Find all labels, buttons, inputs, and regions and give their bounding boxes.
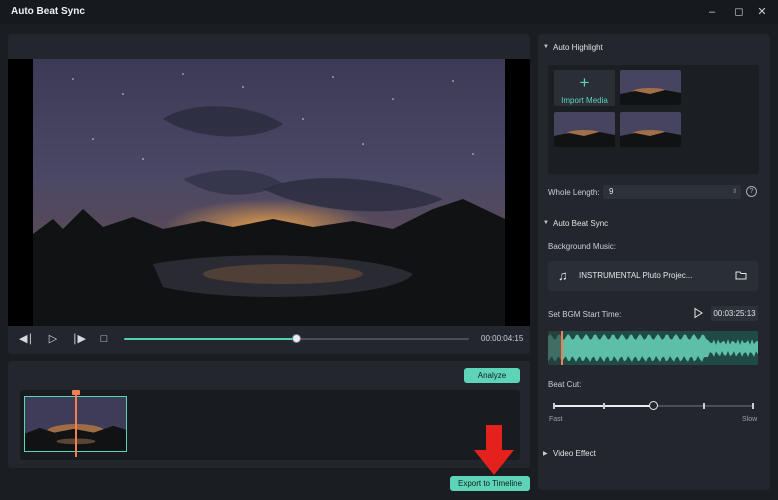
title-bar: Auto Beat Sync – ◻ ✕ — [0, 0, 778, 24]
close-icon[interactable]: ✕ — [754, 4, 770, 20]
waveform-shape — [548, 334, 758, 362]
play-icon[interactable]: ▷ — [46, 332, 60, 346]
slow-label: Slow — [742, 416, 758, 423]
bgm-start-marker — [561, 331, 563, 365]
media-thumbnail[interactable] — [620, 70, 681, 105]
import-media-button[interactable]: + Import Media — [554, 70, 615, 106]
collapse-caret-icon[interactable]: ▼ — [543, 44, 549, 50]
video-effect-title[interactable]: Video Effect — [553, 449, 596, 458]
background-music-label: Background Music: — [548, 242, 617, 251]
analyze-button[interactable]: Analyze — [464, 368, 520, 383]
help-icon[interactable]: ? — [746, 186, 757, 197]
beat-cut-handle[interactable] — [649, 401, 658, 410]
video-frame-image — [33, 59, 505, 326]
whole-length-input[interactable]: 9 ⇕ — [603, 185, 741, 199]
music-note-icon: ♫ — [558, 268, 568, 283]
music-name: INSTRUMENTAL Pluto Projec... — [579, 271, 693, 280]
timecode: 00:00:04:15 — [481, 334, 524, 343]
bgm-start-time-input[interactable]: 00:03:25:13 — [711, 306, 758, 321]
beat-cut-slider[interactable] — [553, 401, 754, 410]
video-preview — [8, 59, 530, 326]
whole-length-label: Whole Length: — [548, 188, 600, 197]
red-arrow-icon — [474, 425, 514, 475]
export-to-timeline-button[interactable]: Export to Timeline — [450, 476, 530, 491]
window-title: Auto Beat Sync — [11, 6, 85, 17]
playhead[interactable] — [75, 392, 77, 457]
slider-tick — [752, 403, 754, 409]
plus-icon: + — [579, 73, 590, 92]
play-icon[interactable] — [692, 307, 704, 319]
player-controls: ◀∣ ▷ ∣▶ □ 00:00:04:15 — [8, 326, 530, 352]
fast-label: Fast — [549, 416, 563, 423]
background-music-selector[interactable]: ♫ INSTRUMENTAL Pluto Projec... — [548, 261, 758, 291]
music-waveform[interactable] — [548, 331, 758, 365]
slider-tick — [603, 403, 605, 409]
playback-progress[interactable] — [124, 334, 469, 343]
whole-length-value: 9 — [609, 187, 614, 196]
media-thumbnail[interactable] — [620, 112, 681, 147]
maximize-icon[interactable]: ◻ — [731, 4, 747, 20]
waveform-before-start — [548, 331, 562, 365]
next-frame-icon[interactable]: ∣▶ — [72, 332, 86, 346]
minimize-icon[interactable]: – — [704, 4, 720, 20]
expand-caret-icon[interactable]: ▶ — [543, 450, 548, 457]
auto-highlight-title[interactable]: Auto Highlight — [553, 43, 603, 52]
playback-progress-fill — [124, 338, 297, 340]
previous-frame-icon[interactable]: ◀∣ — [19, 332, 33, 346]
stop-icon[interactable]: □ — [97, 332, 111, 346]
folder-icon[interactable] — [735, 269, 747, 281]
media-thumbnail[interactable] — [554, 112, 615, 147]
auto-beat-sync-title[interactable]: Auto Beat Sync — [553, 219, 608, 228]
slider-tick — [703, 403, 705, 409]
slider-tick — [553, 403, 555, 409]
beat-cut-label: Beat Cut: — [548, 380, 582, 389]
spinner-icon[interactable]: ⇕ — [732, 185, 737, 199]
playback-progress-handle[interactable] — [291, 334, 301, 343]
collapse-caret-icon[interactable]: ▼ — [543, 220, 549, 226]
bgm-start-time-label: Set BGM Start Time: — [548, 310, 622, 319]
import-media-label: Import Media — [561, 96, 608, 105]
